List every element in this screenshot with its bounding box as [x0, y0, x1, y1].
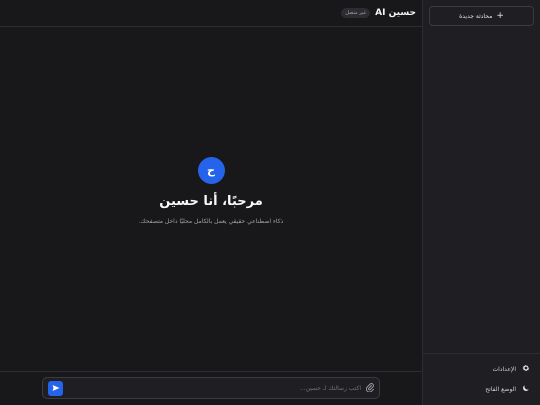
app-root: حسين AI غير متصل ح مرحبًا، أنا حسين ذكاء… [0, 0, 540, 405]
top-bar: حسين AI غير متصل [0, 0, 422, 27]
welcome-title: مرحبًا، أنا حسين [159, 194, 263, 209]
avatar: ح [197, 157, 225, 184]
message-input[interactable] [68, 384, 361, 392]
sidebar-footer: الإعدادات الوضع الفاتح [423, 353, 540, 405]
plus-icon: + [496, 10, 504, 21]
settings-label: الإعدادات [492, 365, 516, 373]
theme-toggle-button[interactable]: الوضع الفاتح [485, 384, 530, 394]
send-button[interactable] [48, 380, 63, 396]
new-chat-label: محادثة جديدة [459, 12, 493, 20]
composer [42, 377, 380, 399]
app-title: حسين AI [375, 8, 416, 18]
paperclip-icon[interactable] [365, 382, 374, 394]
send-icon [52, 385, 59, 391]
gear-icon [522, 364, 530, 374]
new-chat-button[interactable]: + محادثة جديدة [429, 6, 534, 26]
composer-bar [0, 371, 422, 405]
status-badge: غير متصل [341, 8, 371, 18]
moon-icon [522, 384, 530, 394]
sidebar: + محادثة جديدة الإعدادات الوضع الفاتح [422, 0, 540, 405]
welcome-subtitle: ذكاء اصطناعي حقيقي يعمل بالكامل محليًا د… [138, 218, 284, 225]
settings-button[interactable]: الإعدادات [493, 364, 530, 374]
theme-label: الوضع الفاتح [485, 385, 516, 393]
main-panel: حسين AI غير متصل ح مرحبًا، أنا حسين ذكاء… [0, 0, 422, 405]
welcome-section: ح مرحبًا، أنا حسين ذكاء اصطناعي حقيقي يع… [0, 157, 422, 225]
